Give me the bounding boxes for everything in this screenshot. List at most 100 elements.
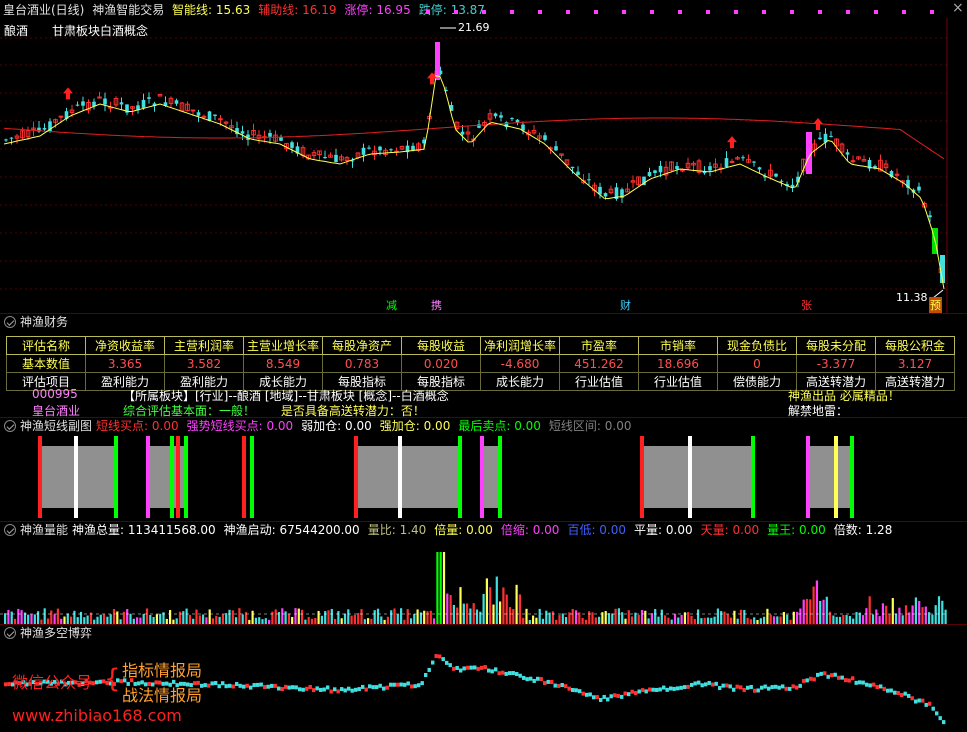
volume-bar xyxy=(291,616,294,624)
volume-bar xyxy=(205,617,208,624)
volume-bar xyxy=(508,607,512,624)
volume-bar xyxy=(538,608,541,624)
candle-body xyxy=(774,173,778,177)
short-value: 0.00 xyxy=(423,419,451,433)
volume-bar xyxy=(426,611,429,624)
short-item: 强加仓: 0.00 xyxy=(380,419,455,433)
duokong-mark xyxy=(420,681,424,686)
duokong-mark xyxy=(851,676,855,681)
duokong-mark xyxy=(294,685,298,690)
volume-bar xyxy=(640,610,644,624)
finance-header-cell: 市盈率 xyxy=(559,336,639,355)
duokong-mark xyxy=(494,667,498,672)
candle-body xyxy=(708,166,712,171)
volume-bar xyxy=(126,609,129,624)
volume-label: 天量: xyxy=(700,523,733,537)
panel-settings-icon[interactable] xyxy=(4,627,16,639)
volume-bar xyxy=(611,613,614,624)
volume-bar xyxy=(680,614,683,624)
volume-label: 倍数: xyxy=(833,523,866,537)
volume-value: 1.40 xyxy=(399,523,427,537)
short-term-chart[interactable] xyxy=(0,436,967,518)
candle-body xyxy=(213,114,217,116)
stock-code: 000995 xyxy=(32,387,78,401)
short-zone xyxy=(40,446,118,508)
duokong-mark xyxy=(455,665,459,670)
volume-item: 神渔总量: 113411568.00 xyxy=(72,523,220,537)
finance-value-cell: -4.680 xyxy=(480,354,560,373)
duokong-mark xyxy=(760,685,764,690)
volume-bar xyxy=(27,614,30,624)
short-title: 神渔短线副图 xyxy=(20,419,93,433)
candle-body xyxy=(499,115,503,118)
volume-bar xyxy=(307,617,310,624)
volume-bar xyxy=(928,612,931,624)
volume-bar xyxy=(838,616,842,624)
duokong-mark xyxy=(718,686,722,691)
candle-body xyxy=(570,166,575,169)
duokong-mark xyxy=(410,684,414,689)
short-label: 强势短线买点: xyxy=(186,419,267,433)
duokong-mark xyxy=(795,685,799,690)
candle-body xyxy=(361,147,366,155)
duokong-mark xyxy=(326,685,330,690)
volume-bar xyxy=(231,610,234,624)
candle-body xyxy=(42,128,47,130)
volume-bar xyxy=(373,610,376,624)
volume-bar xyxy=(343,613,347,624)
candle-body xyxy=(81,101,85,106)
candle-body xyxy=(190,109,196,112)
volume-bar xyxy=(198,615,201,624)
duokong-mark xyxy=(704,682,708,687)
duokong-mark xyxy=(259,682,263,687)
duokong-mark xyxy=(672,686,676,691)
volume-label: 量王: xyxy=(767,523,800,537)
panel-settings-icon[interactable] xyxy=(4,420,16,432)
volume-label: 神渔总量: xyxy=(72,523,128,537)
eval-label: 综合评估基本面： xyxy=(123,404,220,418)
duokong-mark xyxy=(434,654,438,659)
duokong-mark xyxy=(476,666,480,671)
volume-bar xyxy=(934,605,937,624)
candle-body xyxy=(147,97,151,99)
panel-settings-icon[interactable] xyxy=(4,524,16,536)
duokong-mark xyxy=(385,685,389,690)
duokong-mark xyxy=(231,684,235,689)
volume-bar xyxy=(416,609,419,624)
candle-body xyxy=(9,137,14,139)
volume-bar xyxy=(479,611,482,624)
duokong-mark xyxy=(942,720,946,725)
volume-bar xyxy=(726,614,729,624)
volume-chart[interactable] xyxy=(0,540,967,624)
short-zone xyxy=(808,446,854,508)
duokong-header: 神渔多空博弈 xyxy=(0,625,967,642)
candle-body xyxy=(850,160,856,163)
short-value: 0.00 xyxy=(345,419,372,433)
buy-arrow-icon xyxy=(727,136,737,149)
volume-label: 平量: xyxy=(634,523,666,537)
duokong-mark xyxy=(567,686,571,691)
duokong-mark xyxy=(207,683,211,688)
duokong-mark xyxy=(914,699,918,704)
duokong-mark xyxy=(767,686,771,691)
panel-settings-icon[interactable] xyxy=(4,316,16,328)
finance-header: 神渔财务 xyxy=(0,314,967,331)
duokong-mark xyxy=(382,686,386,691)
candle-body xyxy=(141,99,146,108)
volume-bar xyxy=(221,614,224,624)
duokong-mark xyxy=(634,691,638,696)
duokong-mark xyxy=(725,683,729,688)
limit-marker xyxy=(566,10,570,14)
duokong-mark xyxy=(900,693,904,698)
volume-bar xyxy=(281,608,284,624)
duokong-mark xyxy=(886,688,890,693)
short-zone xyxy=(642,446,755,508)
duokong-mark xyxy=(438,654,442,659)
volume-bar xyxy=(904,605,908,624)
candlestick-chart[interactable] xyxy=(0,0,967,313)
duokong-mark xyxy=(578,689,582,694)
volume-bar xyxy=(779,616,782,624)
volume-bar xyxy=(7,609,10,624)
volume-bar xyxy=(287,613,290,624)
candle-body xyxy=(378,146,382,151)
